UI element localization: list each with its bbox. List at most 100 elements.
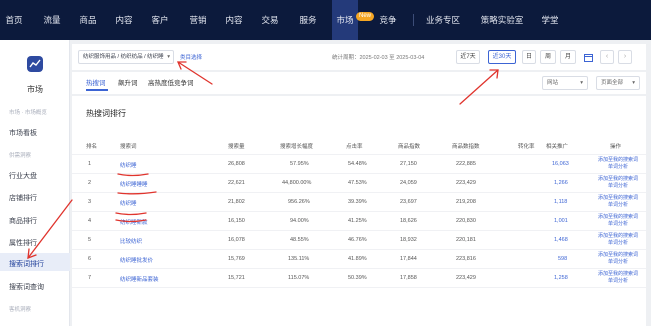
category-select-link[interactable]: 类目选择 xyxy=(180,53,202,61)
sidebar-item-shop-rank[interactable]: 店铺排行 xyxy=(9,193,37,203)
category-selector[interactable]: 纺织服饰用品 / 纺织纺品 / 纺织睡 ▾ xyxy=(78,50,174,64)
header-conversion[interactable]: 转化率 xyxy=(518,142,535,150)
search-volume-cell: 15,769 xyxy=(228,256,245,262)
rank-cell: 7 xyxy=(88,275,92,281)
nav-trade[interactable]: 交易 xyxy=(256,0,284,40)
header-search-volume[interactable]: 搜索量 xyxy=(228,142,245,150)
sidebar-item-industry[interactable]: 行业大盘 xyxy=(9,171,37,181)
ctr-cell: 54.48% xyxy=(348,161,367,167)
sidebar-item-dashboard[interactable]: 市场看板 xyxy=(9,128,37,138)
add-keyword-link[interactable]: 添加至我的搜索词 xyxy=(592,214,644,221)
sidebar-item-attr-rank[interactable]: 属性排行 xyxy=(9,238,37,248)
nav-traffic[interactable]: 流量 xyxy=(38,0,66,40)
header-promotion[interactable]: 相关推广 xyxy=(546,142,568,150)
nav-strategy-lab[interactable]: 策略实验室 xyxy=(474,0,530,40)
keyword-analysis-link[interactable]: 单词分析 xyxy=(592,259,644,266)
search-volume-cell: 22,621 xyxy=(228,180,245,186)
week-button[interactable]: 周 xyxy=(540,50,556,64)
nav-customer[interactable]: 客户 xyxy=(146,0,174,40)
keyword-link[interactable]: 纺织睡批发价 xyxy=(120,256,153,264)
sidebar-group-overview: 市场 · 市场概览 xyxy=(9,110,47,116)
promotion-cell[interactable]: 598 xyxy=(558,256,567,262)
header-ctr[interactable]: 点击率 xyxy=(346,142,363,150)
new-badge: New xyxy=(356,12,375,21)
month-button[interactable]: 月 xyxy=(560,50,576,64)
nav-business-zone[interactable]: 业务专区 xyxy=(420,0,466,40)
ctr-cell: 46.76% xyxy=(348,237,367,243)
site-select[interactable]: 网站 ▾ xyxy=(542,76,588,90)
add-keyword-link[interactable]: 添加至我的搜索词 xyxy=(592,233,644,240)
prev-period-button[interactable]: ‹ xyxy=(600,50,614,64)
table-row-partial xyxy=(72,287,646,301)
nav-content[interactable]: 内容 xyxy=(110,0,138,40)
add-keyword-link[interactable]: 添加至我的搜索词 xyxy=(592,271,644,278)
day-button[interactable]: 日 xyxy=(522,50,536,64)
page-select[interactable]: 页面全部 ▾ xyxy=(596,76,640,90)
ctr-cell: 47.53% xyxy=(348,180,367,186)
add-keyword-link[interactable]: 添加至我的搜索词 xyxy=(592,176,644,183)
keyword-link[interactable]: 纺织睡 xyxy=(120,199,137,207)
keyword-analysis-link[interactable]: 单词分析 xyxy=(592,240,644,247)
keyword-link[interactable]: 纺织睡新品套装 xyxy=(120,275,159,283)
product-index-cell: 17,844 xyxy=(400,256,417,262)
table-title: 热搜词排行 xyxy=(86,109,126,118)
search-volume-cell: 16,078 xyxy=(228,237,245,243)
header-rank[interactable]: 排名 xyxy=(86,142,97,150)
keyword-analysis-link[interactable]: 单词分析 xyxy=(592,221,644,228)
keyword-analysis-link[interactable]: 单词分析 xyxy=(592,202,644,209)
promotion-cell[interactable]: 16,063 xyxy=(552,161,569,167)
calendar-icon[interactable] xyxy=(584,53,593,62)
last-30-days-button[interactable]: 近30天 xyxy=(488,50,516,64)
product-count-cell: 219,208 xyxy=(456,199,476,205)
keyword-analysis-link[interactable]: 单词分析 xyxy=(592,183,644,190)
keyword-link[interactable]: 比较纺织 xyxy=(120,237,142,245)
next-period-button[interactable]: › xyxy=(618,50,632,64)
header-product-index[interactable]: 商品指数 xyxy=(398,142,420,150)
chevron-down-icon: ▾ xyxy=(632,80,635,86)
add-keyword-link[interactable]: 添加至我的搜索词 xyxy=(592,252,644,259)
table-row: 5 比较纺织 16,078 48.55% 46.76% 18,932 220,1… xyxy=(72,230,646,249)
keyword-analysis-link[interactable]: 单词分析 xyxy=(592,278,644,285)
nav-home[interactable]: 首页 xyxy=(0,0,28,40)
promotion-cell[interactable]: 1,468 xyxy=(554,237,568,243)
nav-marketing[interactable]: 营销 xyxy=(184,0,212,40)
header-growth[interactable]: 搜索增长幅度 xyxy=(280,142,313,150)
row-actions: 添加至我的搜索词 单词分析 xyxy=(592,176,644,190)
product-count-cell: 220,830 xyxy=(456,218,476,224)
sidebar-item-search-rank[interactable]: 搜索词排行 xyxy=(9,259,44,269)
keyword-link[interactable]: 纺织睡睡睡 xyxy=(120,180,148,188)
sidebar-item-search-query[interactable]: 搜索词查询 xyxy=(9,282,44,292)
promotion-cell[interactable]: 1,118 xyxy=(554,199,567,205)
row-actions: 添加至我的搜索词 单词分析 xyxy=(592,195,644,209)
table-header: 排名 搜索词 搜索量 搜索增长幅度 点击率 商品指数 商品数指数 转化率 相关推… xyxy=(72,140,646,152)
nav-content-2[interactable]: 内容 xyxy=(220,0,248,40)
promotion-cell[interactable]: 1,001 xyxy=(554,218,568,224)
keyword-analysis-link[interactable]: 单词分析 xyxy=(592,164,644,171)
search-volume-cell: 15,721 xyxy=(228,275,245,281)
hot-search-ranking-card: 热搜词排行 排名 搜索词 搜索量 搜索增长幅度 点击率 商品指数 商品数指数 转… xyxy=(72,96,646,326)
add-keyword-link[interactable]: 添加至我的搜索词 xyxy=(592,157,644,164)
nav-academy[interactable]: 学堂 xyxy=(536,0,564,40)
nav-competition[interactable]: 竞争 xyxy=(374,0,402,40)
market-logo-icon xyxy=(27,56,43,72)
keyword-link[interactable]: 纺织睡 xyxy=(120,161,137,169)
last-7-days-button[interactable]: 近7天 xyxy=(456,50,480,64)
keyword-link[interactable]: 纺织睡新款 xyxy=(120,218,148,226)
tab-rising[interactable]: 飙升词 xyxy=(118,77,138,87)
nav-service[interactable]: 服务 xyxy=(294,0,322,40)
promotion-cell[interactable]: 1,266 xyxy=(554,180,568,186)
tab-high-heat-low-competition[interactable]: 高热度低竞争词 xyxy=(148,77,194,87)
keyword-tabs: 热搜词 飙升词 高热度低竞争词 网站 ▾ 页面全部 ▾ xyxy=(72,72,646,94)
site-select-value: 网站 xyxy=(547,80,559,86)
chevron-down-icon: ▾ xyxy=(580,80,583,86)
nav-product[interactable]: 商品 xyxy=(74,0,102,40)
promotion-cell[interactable]: 1,258 xyxy=(554,275,568,281)
search-volume-cell: 26,808 xyxy=(228,161,245,167)
header-product-count[interactable]: 商品数指数 xyxy=(452,142,480,150)
sidebar-item-product-rank[interactable]: 商品排行 xyxy=(9,216,37,226)
add-keyword-link[interactable]: 添加至我的搜索词 xyxy=(592,195,644,202)
header-actions: 操作 xyxy=(610,144,622,150)
growth-cell: 48.55% xyxy=(290,237,309,243)
nav-market[interactable]: 市场 xyxy=(332,0,358,40)
tab-hot-search[interactable]: 热搜词 xyxy=(86,77,106,87)
